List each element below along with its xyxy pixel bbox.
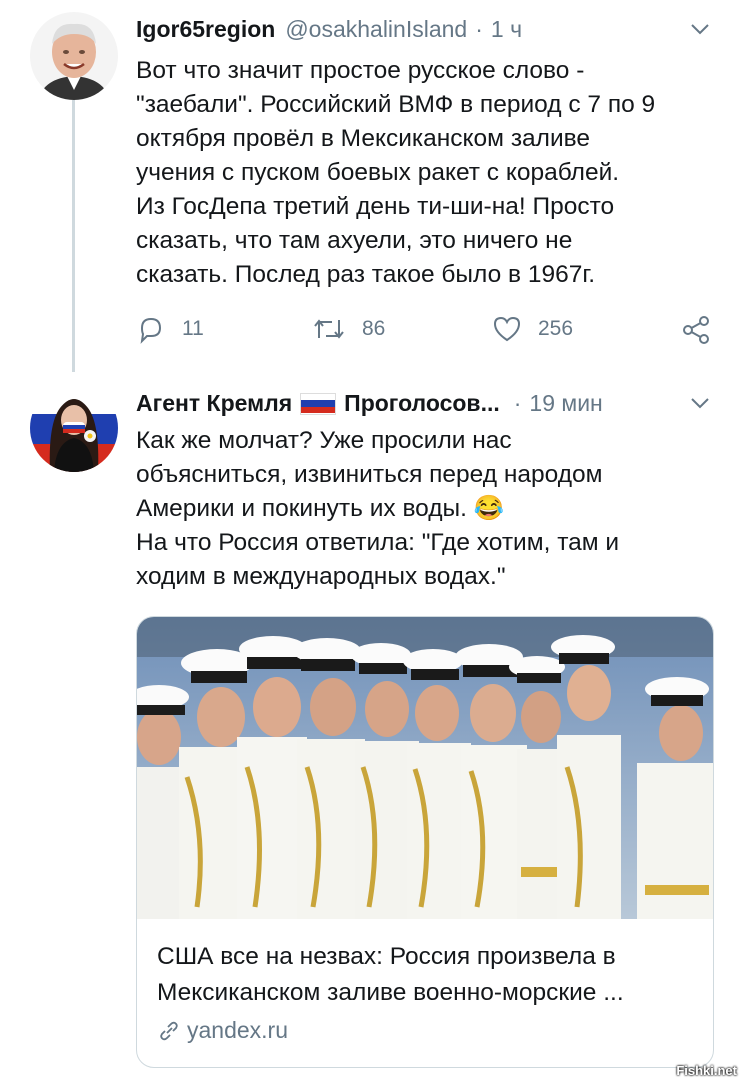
heart-icon	[493, 316, 521, 342]
tweet-header: Агент Кремля Проголосов... · 19 мин	[136, 390, 603, 417]
author-name[interactable]: Igor65region	[136, 16, 275, 43]
thread-line	[72, 100, 75, 372]
card-domain-text: yandex.ru	[187, 1017, 289, 1043]
reply-button[interactable]: 11	[136, 314, 204, 344]
avatar[interactable]	[30, 12, 118, 100]
card-title-line: США все на незвах: Россия произвела в	[157, 943, 616, 970]
card-image	[137, 617, 713, 919]
reply-count: 11	[182, 317, 204, 340]
retweet-icon	[314, 319, 344, 339]
like-count: 256	[538, 317, 574, 340]
tweet-header: Igor65region @osakhalinIsland · 1 ч	[136, 16, 522, 43]
chevron-down-icon[interactable]	[689, 18, 711, 40]
timestamp[interactable]: 19 мин	[529, 390, 602, 417]
like-button[interactable]: 256	[492, 314, 573, 344]
author-name-continued[interactable]: Проголосов...	[344, 390, 500, 417]
link-icon	[160, 1021, 178, 1040]
text-line: учения с пуском боевых ракет с кораблей.	[136, 159, 620, 186]
text-line: На что Россия ответила: "Где хотим, там …	[136, 529, 620, 556]
timestamp[interactable]: 1 ч	[491, 16, 522, 43]
chevron-down-icon[interactable]	[689, 392, 711, 414]
tweet-text: Вот что значит простое русское слово - "…	[136, 54, 655, 292]
text-line: Вот что значит простое русское слово -	[136, 57, 585, 84]
text-line: сказать. Послед раз такое было в 1967г.	[136, 261, 596, 288]
share-icon	[683, 316, 709, 344]
text-line: "заебали". Российский ВМФ в период с 7 п…	[136, 91, 656, 118]
card-title-line: Мексиканском заливе военно-морские ...	[157, 979, 624, 1006]
text-line: Из ГосДепа третий день ти-ши-на! Просто	[136, 193, 615, 220]
card-domain[interactable]: yandex.ru	[157, 1017, 288, 1044]
share-button[interactable]	[680, 314, 728, 346]
separator: ·	[475, 16, 483, 42]
link-preview-card[interactable]: США все на незвах: Россия произвела в Ме…	[136, 616, 714, 1068]
tweet-text: Как же молчат? Уже просили нас объяснить…	[136, 424, 619, 594]
text-line: Америки и покинуть их воды. 😂	[136, 495, 505, 522]
retweet-count: 86	[362, 317, 386, 340]
text-line: объясниться, извиниться перед народом	[136, 461, 603, 488]
retweet-button[interactable]: 86	[312, 314, 385, 344]
text-line: октября провёл в Мексиканском заливе	[136, 125, 591, 152]
text-line: Как же молчат? Уже просили нас	[136, 427, 512, 454]
text-line: сказать, что там ахуели, это ничего не	[136, 227, 573, 254]
reply-icon	[140, 317, 162, 344]
tweet-actions: 11 86 256	[136, 310, 716, 350]
author-handle[interactable]: @osakhalinIsland	[285, 16, 467, 43]
text-line: ходим в международных водах."	[136, 563, 506, 590]
card-title[interactable]: США все на незвах: Россия произвела в Ме…	[157, 939, 624, 1011]
separator: ·	[513, 390, 522, 416]
russia-flag-icon	[300, 392, 337, 415]
author-name[interactable]: Агент Кремля	[136, 390, 292, 417]
avatar[interactable]	[30, 384, 118, 472]
watermark: Fishki.net	[676, 1063, 737, 1078]
